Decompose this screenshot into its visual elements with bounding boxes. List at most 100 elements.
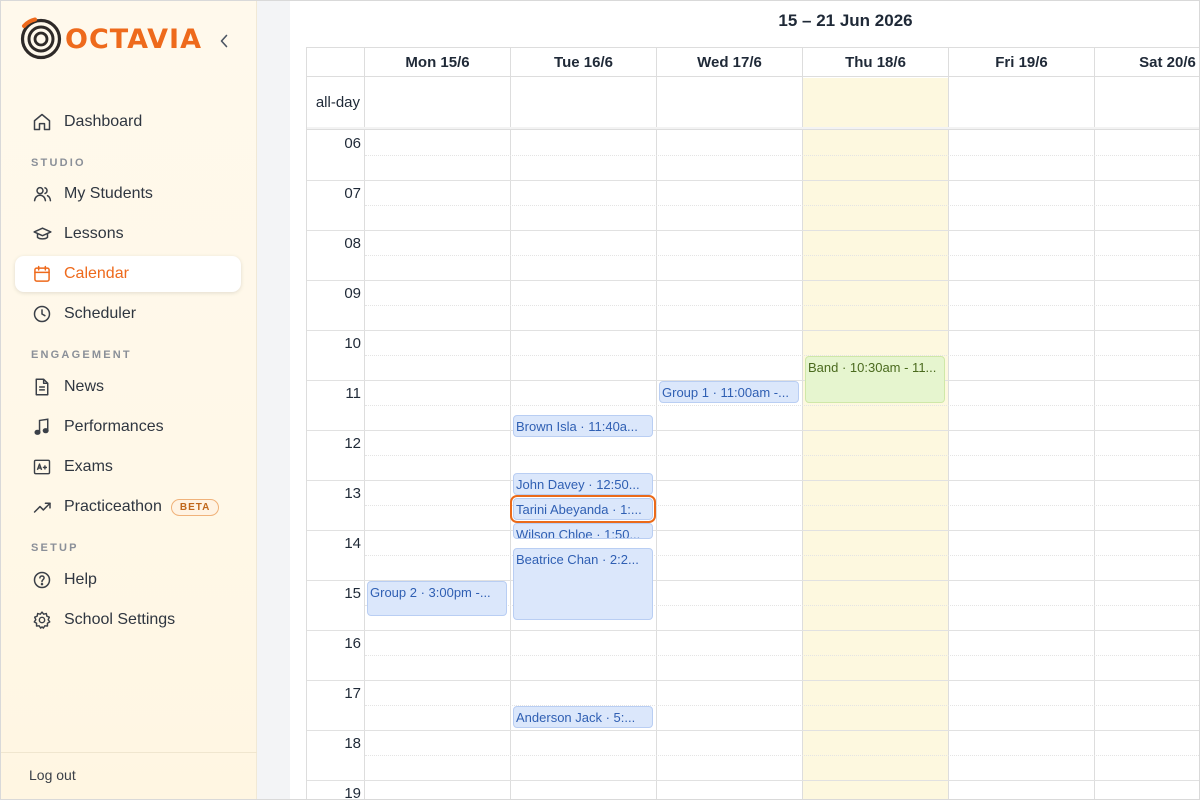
sidebar-item-news[interactable]: News [15,369,241,405]
hour-line [307,430,1199,431]
sidebar-item-help[interactable]: Help [15,562,241,598]
hour-label: 07 [344,185,361,202]
section-label-engagement: ENGAGEMENT [31,349,132,361]
hour-label: 12 [344,435,361,452]
hour-label: 13 [344,485,361,502]
half-hour-line [365,255,1199,256]
allday-cell[interactable] [365,77,511,127]
allday-separator [307,127,1199,130]
section-label-setup: SETUP [31,542,79,554]
hour-label: 10 [344,335,361,352]
calendar-event[interactable]: Brown Isla · 11:40a... [513,414,653,437]
sidebar-item-my-students[interactable]: My Students [15,176,241,212]
hour-line [307,780,1199,781]
day-header[interactable]: Mon 15/6 [365,48,511,77]
chevron-left-icon [220,34,228,48]
music-note-icon [31,416,53,438]
half-hour-line [365,755,1199,756]
day-header[interactable]: Wed 17/6 [657,48,803,77]
sidebar-item-label: Dashboard [64,113,143,130]
half-hour-line [365,305,1199,306]
calendar-event[interactable]: Tarini Abeyanda · 1:... [510,494,656,523]
sidebar: OCTAVIA Dashboard STUDIO My Students Les… [1,1,257,799]
hour-label: 11 [345,385,361,402]
sidebar-divider [1,752,257,753]
document-icon [31,376,53,398]
half-hour-line [365,705,1199,706]
half-hour-line [365,505,1199,506]
hour-label: 17 [344,685,361,702]
hour-line [307,530,1199,531]
week-title: 15 – 21 Jun 2026 [778,11,913,30]
beta-badge: BETA [170,498,220,516]
sidebar-item-label: Lessons [64,225,124,242]
header-corner [307,48,365,77]
hour-line [307,330,1199,331]
hour-label: 19 [344,785,361,800]
allday-cell[interactable] [657,77,803,127]
sidebar-item-label: Exams [64,458,113,475]
day-header[interactable]: Sat 20/6 [1095,48,1199,77]
half-hour-line [365,355,1199,356]
calendar-view: 15 – 21 Jun 2026 all-day Mon 15/6 Tue 16/… [290,1,1199,800]
sidebar-item-lessons[interactable]: Lessons [15,216,241,252]
hour-line [307,630,1199,631]
hour-line [307,730,1199,731]
allday-cell[interactable] [511,77,657,127]
half-hour-line [365,655,1199,656]
sidebar-item-label: Help [64,571,97,588]
sidebar-item-label: News [64,378,105,395]
grade-icon [31,456,53,478]
sidebar-item-exams[interactable]: Exams [15,449,241,485]
sidebar-item-school-settings[interactable]: School Settings [15,602,241,638]
hour-label: 06 [344,135,361,152]
hour-line [307,230,1199,231]
hour-label: 16 [344,635,361,652]
calendar-event[interactable]: Group 1 · 11:00am -... [659,381,799,403]
gear-icon [31,609,53,631]
allday-cell[interactable] [1095,77,1199,127]
sidebar-item-label: Calendar [64,265,129,282]
app-window: OCTAVIA Dashboard STUDIO My Students Les… [0,0,1200,800]
allday-label: all-day [307,77,365,127]
sidebar-item-dashboard[interactable]: Dashboard [15,104,241,140]
logout-link[interactable]: Log out [29,767,76,783]
calendar-event[interactable]: Beatrice Chan · 2:2... [513,547,653,620]
half-hour-line [365,555,1199,556]
half-hour-line [365,455,1199,456]
half-hour-line [365,405,1199,406]
calendar-event[interactable]: Band · 10:30am - 11... [805,356,945,403]
week-grid: all-day Mon 15/6 Tue 16/6 Wed 17/6 Thu 18/6… [306,47,1199,800]
half-hour-line [365,155,1199,156]
calendar-event[interactable]: Anderson Jack · 5:... [513,706,653,728]
calendar-icon [31,263,53,285]
hour-label: 09 [344,285,361,302]
content-gutter [257,1,290,799]
day-header[interactable]: Thu 18/6 [803,48,949,77]
sidebar-item-label: My Students [64,185,153,202]
hour-line [307,280,1199,281]
hour-label: 18 [344,735,361,752]
allday-cell[interactable] [949,77,1095,127]
sidebar-item-label: School Settings [64,611,176,628]
calendar-event[interactable]: Group 2 · 3:00pm -... [367,581,507,616]
sidebar-item-label: Performances [64,418,164,435]
hour-label: 08 [344,235,361,252]
sidebar-item-label: Scheduler [64,305,137,322]
logo[interactable]: OCTAVIA [19,17,202,61]
day-header[interactable]: Tue 16/6 [511,48,657,77]
day-header[interactable]: Fri 19/6 [949,48,1095,77]
sidebar-item-practiceathon[interactable]: Practiceathon BETA [15,489,241,525]
hour-line [307,180,1199,181]
hour-label: 15 [344,585,361,602]
collapse-sidebar-button[interactable] [215,30,233,52]
users-icon [31,183,53,205]
sidebar-item-scheduler[interactable]: Scheduler [15,296,241,332]
calendar-event[interactable]: Wilson Chloe · 1:50... [513,522,653,539]
calendar-event[interactable]: John Davey · 12:50... [513,472,653,495]
section-label-studio: STUDIO [31,157,86,169]
sidebar-item-label: Practiceathon [64,498,162,515]
sidebar-item-calendar[interactable]: Calendar [15,256,241,292]
sidebar-item-performances[interactable]: Performances [15,409,241,445]
allday-cell[interactable] [803,77,949,127]
